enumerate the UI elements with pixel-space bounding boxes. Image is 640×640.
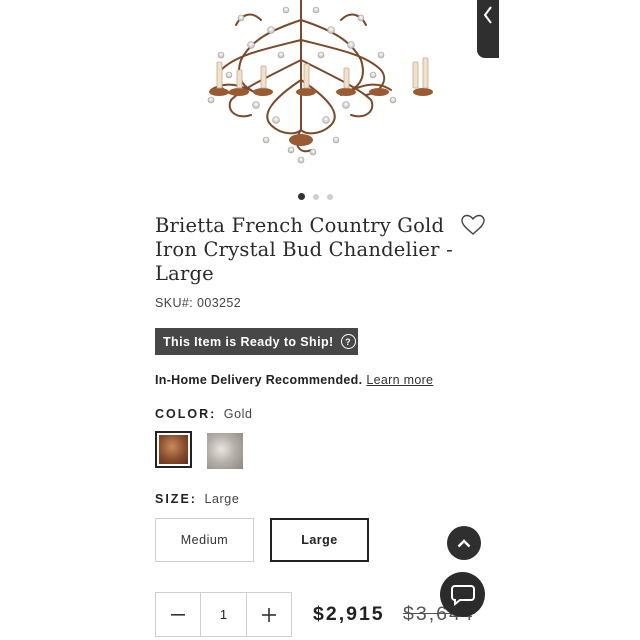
product-title: Brietta French Country Gold Iron Crystal… xyxy=(155,214,453,285)
color-label-text: COLOR: xyxy=(155,407,217,421)
product-sku: SKU#: 003252 xyxy=(155,296,242,310)
chandelier-illustration xyxy=(207,0,433,164)
minus-icon xyxy=(170,613,185,616)
ready-to-ship-badge: This Item is Ready to Ship! ? xyxy=(155,328,358,355)
color-swatch-gold[interactable] xyxy=(155,431,192,468)
size-option-medium[interactable]: Medium xyxy=(155,518,254,562)
delivery-text: In-Home Delivery Recommended. xyxy=(155,373,363,387)
quantity-stepper: 1 xyxy=(155,592,292,637)
chevron-up-icon xyxy=(457,538,471,547)
learn-more-link[interactable]: Learn more xyxy=(366,373,433,387)
size-option-large[interactable]: Large xyxy=(270,518,369,562)
color-label: COLOR: Gold xyxy=(155,407,253,421)
scroll-to-top-button[interactable] xyxy=(447,526,481,560)
carousel-dot-1[interactable] xyxy=(298,193,305,200)
sale-price: $2,915 xyxy=(313,603,385,625)
carousel-dots xyxy=(298,193,333,200)
heart-icon xyxy=(461,214,485,235)
product-image[interactable] xyxy=(141,0,477,190)
quantity-decrease-button[interactable] xyxy=(156,593,200,636)
size-label: SIZE: Large xyxy=(155,492,239,506)
side-tab[interactable] xyxy=(477,0,499,58)
swatch-image xyxy=(159,435,188,464)
carousel-dot-3[interactable] xyxy=(327,193,333,200)
chevron-left-icon xyxy=(483,6,492,24)
help-icon[interactable]: ? xyxy=(340,334,356,349)
quantity-increase-button[interactable] xyxy=(247,593,291,636)
plus-icon xyxy=(262,607,277,622)
quantity-value[interactable]: 1 xyxy=(199,593,248,636)
chat-button[interactable] xyxy=(440,572,485,617)
delivery-note: In-Home Delivery Recommended. Learn more xyxy=(155,373,433,387)
size-value: Large xyxy=(204,492,240,506)
wishlist-button[interactable] xyxy=(461,214,485,236)
chat-icon xyxy=(450,584,475,606)
ready-to-ship-text: This Item is Ready to Ship! xyxy=(163,334,334,349)
color-value: Gold xyxy=(223,407,253,421)
color-swatch-silver[interactable] xyxy=(207,433,243,469)
size-label-text: SIZE: xyxy=(155,492,197,506)
carousel-dot-2[interactable] xyxy=(313,193,319,200)
